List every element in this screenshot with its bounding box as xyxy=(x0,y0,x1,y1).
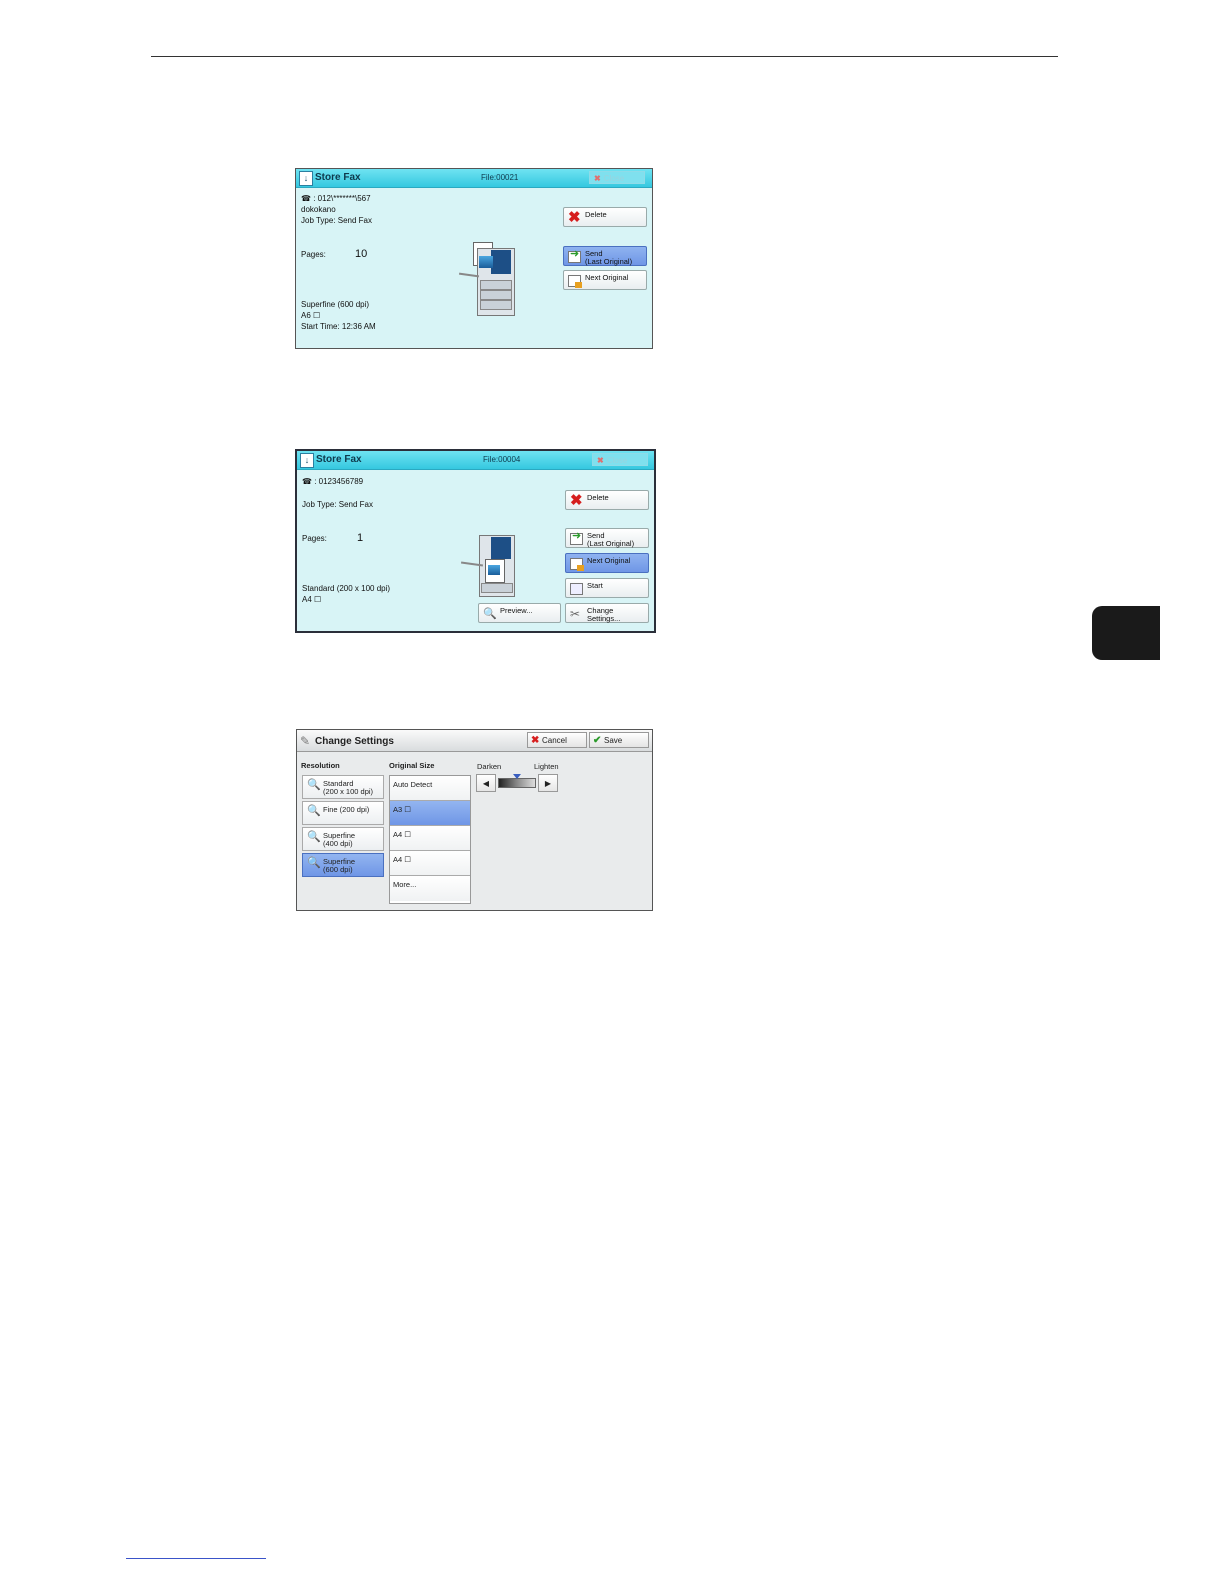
magnifier-icon: 🔍 xyxy=(307,831,321,843)
close-button[interactable]: ✖ Close xyxy=(589,171,645,184)
next-original-button[interactable]: Next Original xyxy=(565,553,649,573)
dialog-title-bar: ✎ Change Settings ✖ Cancel ✔ Save xyxy=(297,730,652,752)
magnifier-icon: 🔍 xyxy=(307,805,321,817)
title-bar: ↓ Store Fax File:00021 ✖ Close xyxy=(296,169,652,188)
pages-value: 10 xyxy=(355,248,368,260)
pages-label: Pages: xyxy=(302,534,327,543)
close-button[interactable]: ✖ Close xyxy=(592,453,648,466)
send-last-original-button[interactable]: Send (Last Original) xyxy=(565,528,649,548)
file-number: File:00004 xyxy=(483,455,521,464)
darken-button[interactable]: ◀ xyxy=(476,774,496,792)
resolution-label: Resolution xyxy=(301,761,340,770)
lighten-label: Lighten xyxy=(534,762,559,771)
resolution-superfine-400-button[interactable]: 🔍 Superfine (400 dpi) xyxy=(302,827,384,851)
fax-number: ☎ : 012\*******\567 xyxy=(301,194,371,203)
magnifier-icon: 🔍 xyxy=(307,779,321,791)
screen-title: Store Fax xyxy=(316,454,362,465)
job-type: Job Type: Send Fax xyxy=(301,216,373,225)
change-settings-button[interactable]: ✂ Change Settings... xyxy=(565,603,649,623)
size-a4-landscape[interactable]: A4 ☐ xyxy=(390,851,470,876)
magnifier-icon: 🔍 xyxy=(307,857,321,869)
cancel-button[interactable]: ✖ Cancel xyxy=(527,732,587,748)
size-info: A6 ☐ xyxy=(301,311,321,320)
preview-button[interactable]: 🔍 Preview... xyxy=(478,603,561,623)
close-icon: ✖ xyxy=(597,456,604,465)
send-arrow-icon xyxy=(570,532,583,545)
store-icon: ↓ xyxy=(300,453,314,468)
pages-value: 1 xyxy=(357,532,364,544)
start-time: Start Time: 12:36 AM xyxy=(301,322,376,331)
delete-button[interactable]: ✖ Delete xyxy=(563,207,647,227)
file-number: File:00021 xyxy=(481,173,519,182)
resolution-fine-button[interactable]: 🔍 Fine (200 dpi) xyxy=(302,801,384,825)
density-scale xyxy=(498,778,536,788)
resolution-info: Standard (200 x 100 dpi) xyxy=(302,584,391,593)
size-a4-portrait[interactable]: A4 ☐ xyxy=(390,826,470,851)
title-bar: ↓ Store Fax File:00004 ✖ Close xyxy=(297,451,654,470)
store-fax-screen-1: ↓ Store Fax File:00021 ✖ Close ☎ : 012\**… xyxy=(295,168,653,349)
delete-button[interactable]: ✖ Delete xyxy=(565,490,649,510)
size-a3[interactable]: A3 ☐ xyxy=(390,801,470,826)
size-auto-detect[interactable]: Auto Detect xyxy=(390,776,470,801)
delete-x-icon: ✖ xyxy=(568,209,581,226)
density-marker xyxy=(513,774,521,779)
pages-label: Pages: xyxy=(301,250,326,259)
original-size-label: Original Size xyxy=(389,761,435,770)
size-more[interactable]: More... xyxy=(390,876,470,901)
delete-x-icon: ✖ xyxy=(570,492,583,509)
fax-number: ☎ : 0123456789 xyxy=(302,477,364,486)
printer-illustration xyxy=(458,242,519,317)
chapter-tab xyxy=(1092,606,1160,660)
scan-icon xyxy=(570,583,583,595)
footer-link-rule xyxy=(126,1558,266,1559)
printer-illustration xyxy=(460,535,521,603)
next-original-button[interactable]: Next Original xyxy=(563,270,647,290)
magnifier-icon: 🔍 xyxy=(483,608,497,620)
document-icon xyxy=(570,558,584,571)
dialog-title: Change Settings xyxy=(315,736,394,747)
header-rule xyxy=(151,56,1058,57)
original-size-list: Auto Detect A3 ☐ A4 ☐ A4 ☐ More... xyxy=(389,775,471,904)
store-icon: ↓ xyxy=(299,171,313,186)
start-button[interactable]: Start xyxy=(565,578,649,598)
resolution-standard-button[interactable]: 🔍 Standard (200 x 100 dpi) xyxy=(302,775,384,799)
darken-label: Darken xyxy=(477,762,502,771)
screen-title: Store Fax xyxy=(315,172,361,183)
check-icon: ✔ xyxy=(593,735,602,746)
store-fax-screen-2: ↓ Store Fax File:00004 ✖ Close ☎ : 012345… xyxy=(295,449,656,633)
document-icon xyxy=(568,275,582,288)
job-type: Job Type: Send Fax xyxy=(302,500,374,509)
resolution-info: Superfine (600 dpi) xyxy=(301,300,370,309)
cancel-x-icon: ✖ xyxy=(531,735,540,746)
tools-icon: ✂ xyxy=(570,607,581,621)
lighten-button[interactable]: ▶ xyxy=(538,774,558,792)
change-settings-dialog: ✎ Change Settings ✖ Cancel ✔ Save Resolu… xyxy=(296,729,653,911)
recipient-name: dokokano xyxy=(301,205,336,214)
send-last-original-button[interactable]: Send (Last Original) xyxy=(563,246,647,266)
tools-icon: ✎ xyxy=(300,734,311,748)
resolution-superfine-600-button[interactable]: 🔍 Superfine (600 dpi) xyxy=(302,853,384,877)
close-icon: ✖ xyxy=(594,174,601,183)
save-button[interactable]: ✔ Save xyxy=(589,732,649,748)
density-control: ◀ ▶ xyxy=(476,774,560,794)
size-info: A4 ☐ xyxy=(302,595,322,604)
send-arrow-icon xyxy=(568,250,581,263)
